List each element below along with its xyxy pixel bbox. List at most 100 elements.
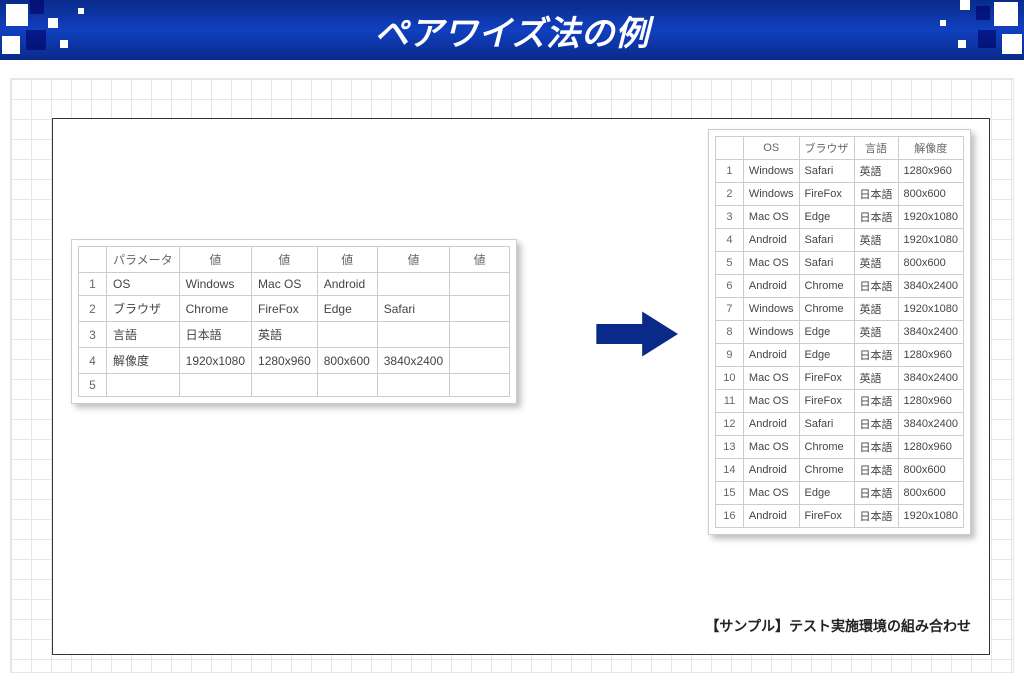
table-row: 3言語日本語英語	[79, 322, 510, 348]
table-cell: 日本語	[854, 344, 898, 367]
row-number-cell: 7	[715, 298, 743, 321]
arrow-icon	[593, 309, 683, 359]
input-table: パラメータ値値値値値 1OSWindowsMac OSAndroid2ブラウザC…	[78, 246, 510, 397]
table-cell	[252, 374, 318, 397]
decor-left	[0, 0, 180, 60]
table-row: 16AndroidFireFox日本語1920x1080	[715, 505, 963, 528]
table-cell	[377, 374, 449, 397]
table-cell: Windows	[743, 321, 799, 344]
table-cell: 言語	[107, 322, 180, 348]
table-header-cell: 値	[377, 247, 449, 273]
table-row: 2WindowsFireFox日本語800x600	[715, 183, 963, 206]
table-cell: 日本語	[854, 390, 898, 413]
table-cell: Mac OS	[743, 390, 799, 413]
table-cell: 1920x1080	[179, 348, 251, 374]
table-row: 13Mac OSChrome日本語1280x960	[715, 436, 963, 459]
table-cell	[377, 273, 449, 296]
table-cell: 3840x2400	[898, 321, 963, 344]
table-cell: OS	[107, 273, 180, 296]
row-number-cell: 1	[715, 160, 743, 183]
table-row: 12AndroidSafari日本語3840x2400	[715, 413, 963, 436]
table-cell: 1280x960	[898, 160, 963, 183]
table-cell: Edge	[799, 344, 854, 367]
table-row: 1WindowsSafari英語1280x960	[715, 160, 963, 183]
table-cell: Safari	[799, 229, 854, 252]
table-cell: Chrome	[799, 298, 854, 321]
row-number-cell: 13	[715, 436, 743, 459]
table-cell: 日本語	[854, 275, 898, 298]
table-cell: 日本語	[854, 413, 898, 436]
table-cell: Edge	[799, 482, 854, 505]
table-cell: Android	[317, 273, 377, 296]
table-cell: Edge	[799, 321, 854, 344]
row-number-cell: 5	[79, 374, 107, 397]
content-frame: パラメータ値値値値値 1OSWindowsMac OSAndroid2ブラウザC…	[52, 118, 990, 655]
table-cell: 1920x1080	[898, 206, 963, 229]
table-row: 15Mac OSEdge日本語800x600	[715, 482, 963, 505]
table-row: 5Mac OSSafari英語800x600	[715, 252, 963, 275]
table-cell: Windows	[743, 183, 799, 206]
table-row: 3Mac OSEdge日本語1920x1080	[715, 206, 963, 229]
row-number-cell: 2	[715, 183, 743, 206]
table-cell: Edge	[317, 296, 377, 322]
table-cell: Mac OS	[743, 436, 799, 459]
table-cell: 英語	[854, 229, 898, 252]
table-cell: 英語	[854, 367, 898, 390]
table-cell	[179, 374, 251, 397]
row-number-cell: 14	[715, 459, 743, 482]
table-cell	[450, 273, 510, 296]
row-number-cell: 2	[79, 296, 107, 322]
table-cell	[377, 322, 449, 348]
table-header-cell: 値	[317, 247, 377, 273]
table-row: 10Mac OSFireFox英語3840x2400	[715, 367, 963, 390]
table-cell: Edge	[799, 206, 854, 229]
row-number-cell: 3	[715, 206, 743, 229]
row-number-cell: 9	[715, 344, 743, 367]
caption-label: 【サンプル】テスト実施環境の組み合わせ	[705, 616, 971, 636]
page-title: ペアワイズ法の例	[375, 6, 650, 55]
table-cell: 1920x1080	[898, 229, 963, 252]
table-cell	[107, 374, 180, 397]
table-cell: 1280x960	[898, 390, 963, 413]
table-row: 4AndroidSafari英語1920x1080	[715, 229, 963, 252]
table-cell	[317, 374, 377, 397]
page-area: パラメータ値値値値値 1OSWindowsMac OSAndroid2ブラウザC…	[0, 60, 1024, 683]
table-row: 6AndroidChrome日本語3840x2400	[715, 275, 963, 298]
row-number-cell: 1	[79, 273, 107, 296]
table-row: 9AndroidEdge日本語1280x960	[715, 344, 963, 367]
table-cell: FireFox	[252, 296, 318, 322]
table-cell: Mac OS	[743, 482, 799, 505]
table-cell: Android	[743, 275, 799, 298]
table-cell: Chrome	[179, 296, 251, 322]
table-cell: 日本語	[179, 322, 251, 348]
table-cell: ブラウザ	[107, 296, 180, 322]
row-number-cell: 3	[79, 322, 107, 348]
table-cell: 解像度	[107, 348, 180, 374]
table-cell: Android	[743, 459, 799, 482]
table-cell: 3840x2400	[898, 413, 963, 436]
table-cell	[450, 374, 510, 397]
table-row: 11Mac OSFireFox日本語1280x960	[715, 390, 963, 413]
table-cell: 英語	[854, 160, 898, 183]
output-table-header-row: OSブラウザ言語解像度	[715, 137, 963, 160]
table-header-cell: OS	[743, 137, 799, 160]
table-header-cell: パラメータ	[107, 247, 180, 273]
table-header-corner	[715, 137, 743, 160]
table-row: 14AndroidChrome日本語800x600	[715, 459, 963, 482]
table-cell	[450, 348, 510, 374]
row-number-cell: 8	[715, 321, 743, 344]
table-cell: Windows	[743, 160, 799, 183]
table-cell: Windows	[743, 298, 799, 321]
table-cell: 1280x960	[252, 348, 318, 374]
table-cell: Safari	[799, 413, 854, 436]
table-cell: 1920x1080	[898, 505, 963, 528]
table-header-cell: 言語	[854, 137, 898, 160]
table-cell: 800x600	[898, 183, 963, 206]
output-table: OSブラウザ言語解像度 1WindowsSafari英語1280x9602Win…	[715, 136, 964, 528]
table-cell: 日本語	[854, 482, 898, 505]
table-row: 5	[79, 374, 510, 397]
table-cell: Android	[743, 344, 799, 367]
table-cell: Chrome	[799, 436, 854, 459]
table-cell: 1280x960	[898, 436, 963, 459]
output-table-box: OSブラウザ言語解像度 1WindowsSafari英語1280x9602Win…	[708, 129, 971, 535]
